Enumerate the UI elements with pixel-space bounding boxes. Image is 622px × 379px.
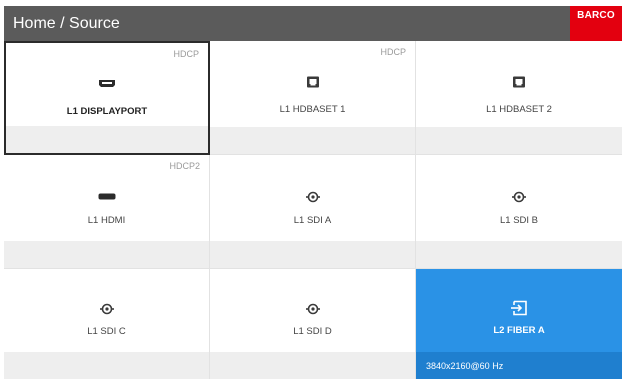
hdmi-icon — [98, 193, 116, 200]
sdi-icon — [305, 302, 320, 316]
sdi-icon — [512, 190, 526, 204]
source-tile-l1-hdbaset-1[interactable]: HDCP L1 HDBASET 1 — [210, 41, 416, 155]
status-strip — [416, 127, 622, 154]
logo-text: BARCO — [577, 10, 615, 21]
barco-logo: BARCO — [570, 6, 622, 41]
hdcp-badge: HDCP — [173, 49, 199, 59]
source-tile-l2-fiber-a[interactable]: L2 FIBER A 3840x2160@60 Hz — [416, 269, 622, 379]
source-label: L1 SDI A — [293, 215, 332, 226]
status-strip — [4, 241, 209, 268]
source-grid: HDCP L1 DISPLAYPORT HDCP L1 HDBASET 1 L1… — [4, 41, 622, 379]
source-tile-l1-sdi-b[interactable]: L1 SDI B — [416, 155, 622, 269]
source-tile-l1-sdi-a[interactable]: L1 SDI A — [210, 155, 416, 269]
source-label: L1 HDBASET 2 — [486, 104, 552, 115]
status-strip: 3840x2160@60 Hz — [416, 352, 622, 379]
status-strip — [210, 127, 415, 154]
source-label: L1 SDI C — [87, 326, 126, 337]
hdcp-badge: HDCP — [380, 47, 406, 57]
source-tile-l1-sdi-c[interactable]: L1 SDI C — [4, 269, 210, 379]
source-label: L2 FIBER A — [493, 325, 545, 336]
input-icon — [510, 300, 528, 316]
hdbaset-icon — [306, 76, 319, 88]
source-tile-l1-hdbaset-2[interactable]: L1 HDBASET 2 — [416, 41, 622, 155]
source-tile-l1-displayport[interactable]: HDCP L1 DISPLAYPORT — [4, 41, 210, 155]
source-label: L1 HDMI — [87, 215, 126, 226]
source-tile-l1-sdi-d[interactable]: L1 SDI D — [210, 269, 416, 379]
sdi-icon — [305, 190, 320, 204]
status-strip — [416, 241, 622, 268]
source-tile-l1-hdmi[interactable]: HDCP2 L1 HDMI — [4, 155, 210, 269]
source-label: L1 SDI B — [499, 215, 539, 226]
top-bar: Home / Source BARCO — [4, 6, 622, 41]
hdbaset-icon — [513, 76, 526, 88]
source-label: L1 DISPLAYPORT — [66, 106, 148, 117]
displayport-icon — [98, 79, 116, 88]
hdcp2-badge: HDCP2 — [169, 161, 200, 171]
sdi-icon — [99, 302, 114, 316]
status-strip — [6, 126, 208, 153]
page-title: Home / Source — [13, 14, 120, 32]
signal-status: 3840x2160@60 Hz — [426, 360, 504, 371]
status-strip — [4, 352, 209, 379]
source-label: L1 HDBASET 1 — [279, 104, 346, 115]
status-strip — [210, 352, 415, 379]
source-label: L1 SDI D — [293, 326, 332, 337]
status-strip — [210, 241, 415, 268]
